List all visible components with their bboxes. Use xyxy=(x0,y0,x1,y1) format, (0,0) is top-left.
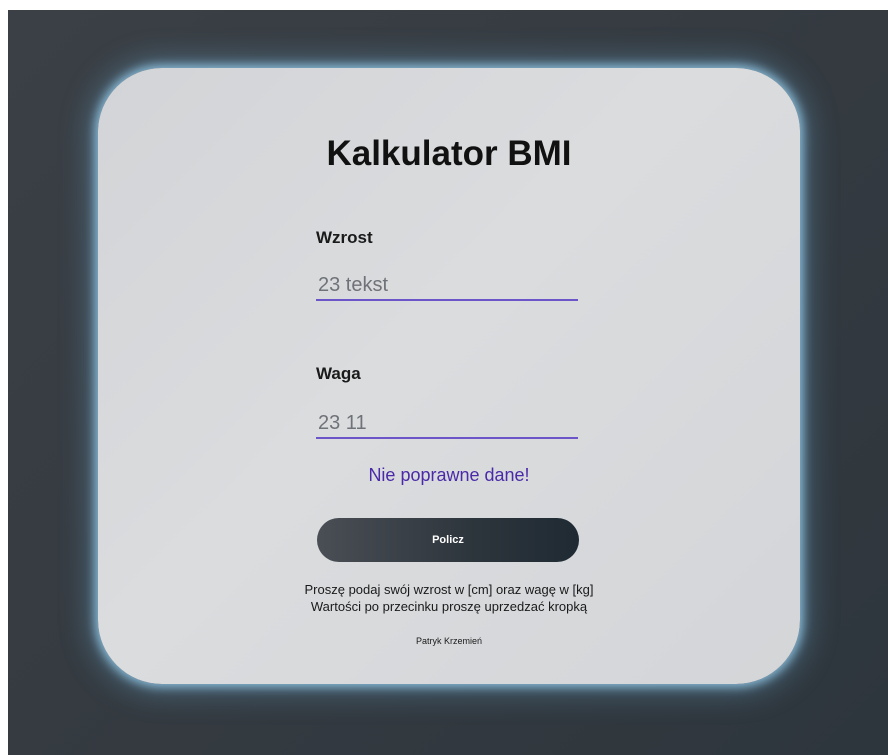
page-title: Kalkulator BMI xyxy=(326,134,572,173)
height-label: Wzrost xyxy=(316,228,373,247)
weight-label: Waga xyxy=(316,364,361,383)
weight-input[interactable] xyxy=(316,409,578,439)
calculate-button[interactable]: Policz xyxy=(317,518,579,562)
author-credit: Patryk Krzemień xyxy=(415,636,483,646)
bmi-card: Kalkulator BMI Wzrost Waga Nie poprawne … xyxy=(98,68,800,684)
info-text-decimal: Wartości po przecinku proszę uprzedzać k… xyxy=(310,599,588,614)
info-text-units: Proszę podaj swój wzrost w [cm] oraz wag… xyxy=(304,582,594,597)
error-message: Nie poprawne dane! xyxy=(368,465,530,485)
page-background: Kalkulator BMI Wzrost Waga Nie poprawne … xyxy=(8,10,888,755)
height-input[interactable] xyxy=(316,271,578,301)
